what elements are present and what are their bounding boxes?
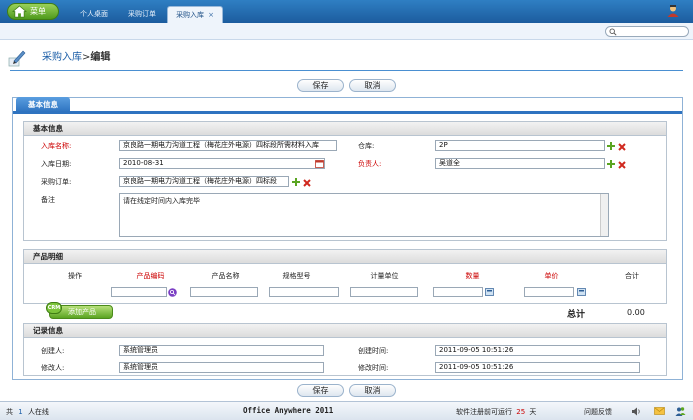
user-icon[interactable] bbox=[666, 4, 680, 18]
breadcrumb-module[interactable]: 采购入库 bbox=[42, 52, 82, 63]
remark-scrollbar[interactable] bbox=[600, 194, 608, 236]
date-label: 入库日期: bbox=[41, 160, 72, 168]
save-button-top[interactable]: 保存 bbox=[297, 79, 344, 92]
menu-label: 菜单 bbox=[30, 7, 46, 16]
online-suffix: 人在线 bbox=[27, 408, 49, 416]
name-field[interactable]: 京良路一期电力沟道工程（梅花庄外电源）四标段所需材料入库 bbox=[119, 140, 337, 151]
cancel-button-bottom[interactable]: 取消 bbox=[349, 384, 396, 397]
calculator-icon[interactable] bbox=[485, 288, 494, 296]
section-heading: 基本信息 bbox=[24, 122, 666, 136]
col-unit-price: 单价 bbox=[544, 272, 559, 280]
order-label: 采购订单: bbox=[41, 178, 72, 186]
remark-textarea[interactable]: 请在线定时间内入库完毕 bbox=[119, 193, 609, 237]
edit-pen-icon bbox=[8, 50, 26, 67]
calculator-icon[interactable] bbox=[577, 288, 586, 296]
modifier-label: 修改人: bbox=[41, 364, 65, 372]
online-users[interactable]: 共 1 人在线 bbox=[6, 407, 49, 417]
col-unit: 计量单位 bbox=[370, 272, 399, 280]
unit-price-input[interactable] bbox=[524, 287, 574, 297]
name-label: 入库名称: bbox=[41, 142, 72, 150]
online-prefix: 共 bbox=[6, 408, 13, 416]
spec-input[interactable] bbox=[269, 287, 339, 297]
created-time-label: 创建时间: bbox=[358, 347, 389, 355]
modified-time-field: 2011-09-05 10:51:26 bbox=[435, 362, 640, 373]
tab-desktop[interactable]: 个人桌面 bbox=[75, 6, 113, 23]
clear-owner-icon[interactable] bbox=[618, 161, 626, 169]
section-heading: 产品明细 bbox=[24, 250, 666, 264]
remark-text: 请在线定时间内入库完毕 bbox=[123, 197, 200, 205]
col-product-code: 产品编码 bbox=[136, 272, 165, 280]
col-spec: 规格型号 bbox=[282, 272, 311, 280]
page-title: 采购入库>编辑 bbox=[42, 48, 110, 63]
menu-button[interactable]: 菜单 bbox=[7, 3, 59, 20]
clear-warehouse-icon[interactable] bbox=[618, 143, 626, 151]
tab-purchase-order[interactable]: 采购订单 bbox=[124, 6, 160, 23]
search-input[interactable] bbox=[605, 26, 689, 37]
modified-time-label: 修改时间: bbox=[358, 364, 389, 372]
product-name: Office Anywhere 2011 bbox=[243, 406, 334, 415]
license-days: 25 bbox=[516, 408, 526, 416]
top-bar: 菜单 个人桌面 采购订单 采购入库 × bbox=[0, 0, 693, 23]
tab-label: 采购订单 bbox=[128, 10, 156, 18]
quantity-input[interactable] bbox=[433, 287, 483, 297]
add-owner-icon[interactable] bbox=[607, 160, 615, 168]
owner-field[interactable]: 吴道全 bbox=[435, 158, 605, 169]
crm-badge: CRM bbox=[46, 302, 62, 314]
modifier-field: 系统管理员 bbox=[119, 362, 324, 373]
warehouse-field[interactable]: 2P bbox=[435, 140, 605, 151]
col-quantity: 数量 bbox=[465, 272, 480, 280]
total-value: 0.00 bbox=[627, 308, 645, 317]
col-total: 合计 bbox=[625, 272, 639, 280]
order-field[interactable]: 京良路一期电力沟道工程（梅花庄外电源）四标段 bbox=[119, 176, 289, 187]
tab-basic-info[interactable]: 基本信息 bbox=[16, 97, 70, 112]
tab-label: 采购入库 bbox=[176, 11, 205, 19]
home-icon bbox=[12, 5, 27, 18]
feedback-link[interactable]: 问题反馈 bbox=[584, 407, 612, 417]
save-button-bottom[interactable]: 保存 bbox=[297, 384, 344, 397]
section-heading: 记录信息 bbox=[24, 324, 666, 338]
col-product-name: 产品名称 bbox=[211, 272, 240, 280]
license-suffix: 天 bbox=[529, 408, 537, 416]
close-icon[interactable]: × bbox=[208, 11, 214, 19]
creator-field: 系统管理员 bbox=[119, 345, 324, 356]
date-field[interactable]: 2010-08-31 bbox=[119, 158, 325, 169]
add-warehouse-icon[interactable] bbox=[607, 142, 615, 150]
col-operation: 操作 bbox=[68, 272, 82, 280]
search-bar bbox=[0, 23, 693, 40]
speaker-icon[interactable] bbox=[631, 407, 641, 416]
online-count: 1 bbox=[18, 408, 23, 416]
add-product-label: 添加产品 bbox=[68, 308, 96, 316]
total-label: 总计 bbox=[567, 310, 586, 320]
product-name-input[interactable] bbox=[190, 287, 258, 297]
breadcrumb-current: 编辑 bbox=[90, 52, 111, 63]
remark-label: 备注 bbox=[41, 196, 55, 204]
license-status: 软件注册前可运行 25 天 bbox=[456, 407, 536, 417]
title-divider bbox=[10, 70, 683, 71]
created-time-field: 2011-09-05 10:51:26 bbox=[435, 345, 640, 356]
product-code-input[interactable] bbox=[111, 287, 167, 297]
mail-icon[interactable] bbox=[654, 407, 665, 415]
search-icon bbox=[609, 28, 617, 36]
creator-label: 创建人: bbox=[41, 347, 65, 355]
status-bar: 共 1 人在线 Office Anywhere 2011 软件注册前可运行 25… bbox=[0, 401, 693, 420]
panel-tab-bar bbox=[13, 111, 682, 114]
warehouse-label: 仓库: bbox=[358, 142, 375, 150]
add-order-icon[interactable] bbox=[292, 178, 300, 186]
add-product-button[interactable]: CRM 添加产品 bbox=[46, 302, 113, 319]
tab-label: 个人桌面 bbox=[80, 10, 108, 18]
tab-purchase-receipt[interactable]: 采购入库 × bbox=[167, 6, 223, 23]
owner-label: 负责人: bbox=[358, 160, 382, 168]
license-prefix: 软件注册前可运行 bbox=[456, 408, 512, 416]
calendar-icon[interactable] bbox=[315, 159, 324, 168]
clear-order-icon[interactable] bbox=[303, 179, 311, 187]
cancel-button-top[interactable]: 取消 bbox=[349, 79, 396, 92]
people-icon[interactable] bbox=[675, 406, 686, 417]
search-product-icon[interactable] bbox=[168, 288, 177, 297]
unit-input[interactable] bbox=[350, 287, 418, 297]
